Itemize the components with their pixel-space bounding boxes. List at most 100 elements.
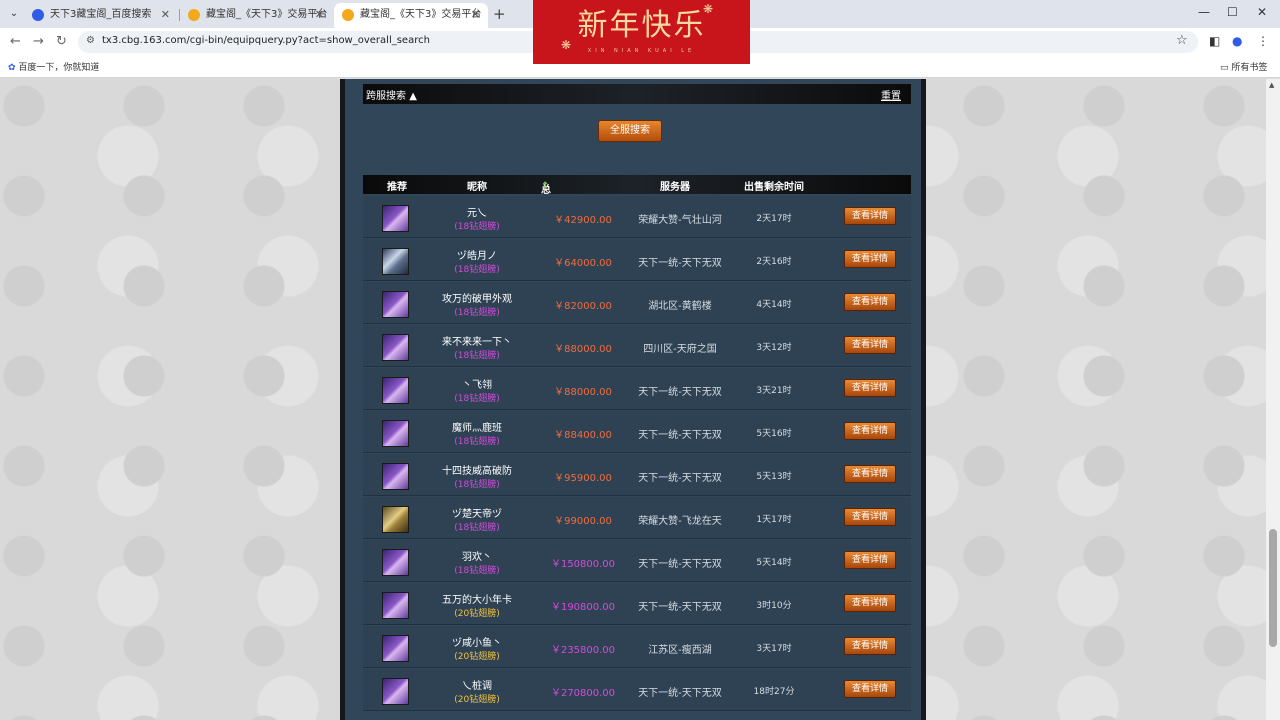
table-row: 五万的大小年卡 (20钻翅膀) ￥190800.00 天下一统-天下无双 3时10分 查看… bbox=[363, 583, 911, 625]
tab-close-icon[interactable]: ✕ bbox=[161, 3, 170, 26]
col-server: 服务器 bbox=[660, 182, 690, 193]
page-content: 跨服搜索 ▲ 重置 全服搜索 推荐 昵称 总价(元) ↓↑ 服务器 出售剩余时间… bbox=[0, 79, 1266, 720]
view-detail-button[interactable]: 查看详情 bbox=[844, 336, 896, 354]
bookmark-star-icon[interactable]: ☆ bbox=[1176, 33, 1188, 48]
price: ￥82000.00 bbox=[554, 301, 612, 312]
view-detail-button[interactable]: 查看详情 bbox=[844, 250, 896, 268]
wing-tag: (18钻翅膀) bbox=[454, 394, 500, 404]
remaining-time: 5天16时 bbox=[756, 429, 792, 439]
view-detail-button[interactable]: 查看详情 bbox=[844, 551, 896, 569]
view-detail-button[interactable]: 查看详情 bbox=[844, 207, 896, 225]
table-row: ヅ楚天帝ヅ (18钻翅膀) ￥99000.00 荣耀大赞-飞龙在天 1天17时 查看详情 bbox=[363, 497, 911, 539]
view-detail-button[interactable]: 查看详情 bbox=[844, 422, 896, 440]
remaining-time: 3天21时 bbox=[756, 386, 792, 396]
nickname: 攻万的破甲外观 bbox=[442, 294, 512, 305]
url-text[interactable]: tx3.cbg.163.com/cgi-bin/equipquery.py?ac… bbox=[102, 35, 430, 46]
view-detail-button[interactable]: 查看详情 bbox=[844, 594, 896, 612]
view-detail-button[interactable]: 查看详情 bbox=[844, 637, 896, 655]
nickname: 羽欢丶 bbox=[462, 552, 492, 563]
tab-close-icon[interactable]: ✕ bbox=[471, 3, 480, 26]
cloud-ornament-icon: ❋ bbox=[561, 38, 572, 52]
page-scrollbar[interactable]: ▲ bbox=[1266, 79, 1280, 720]
wing-tag: (18钻翅膀) bbox=[454, 308, 500, 318]
reload-icon[interactable]: ↻ bbox=[56, 34, 67, 49]
price: ￥88000.00 bbox=[554, 387, 612, 398]
character-avatar[interactable] bbox=[382, 420, 409, 447]
table-row: 魔师灬鹿班 (18钻翅膀) ￥88400.00 天下一统-天下无双 5天16时 查看详情 bbox=[363, 411, 911, 453]
scrollbar-thumb[interactable] bbox=[1269, 529, 1277, 647]
new-tab-icon[interactable]: + bbox=[493, 5, 506, 23]
cross-server-search-bar: 跨服搜索 ▲ 重置 bbox=[363, 84, 911, 104]
collapse-triangle-icon: ▲ bbox=[409, 91, 417, 102]
view-detail-button[interactable]: 查看详情 bbox=[844, 465, 896, 483]
cbg-favicon-icon bbox=[188, 9, 200, 21]
maximize-icon[interactable]: ☐ bbox=[1227, 5, 1238, 19]
character-avatar[interactable] bbox=[382, 549, 409, 576]
view-detail-button[interactable]: 查看详情 bbox=[844, 293, 896, 311]
back-icon[interactable]: ← bbox=[10, 34, 21, 49]
character-avatar[interactable] bbox=[382, 291, 409, 318]
view-detail-button[interactable]: 查看详情 bbox=[844, 508, 896, 526]
reset-link[interactable]: 重置 bbox=[881, 87, 901, 102]
nickname: 丶飞翎 bbox=[462, 380, 492, 391]
price: ￥235800.00 bbox=[550, 645, 616, 656]
profile-icon[interactable]: ● bbox=[1232, 34, 1242, 48]
section-title[interactable]: 跨服搜索 ▲ bbox=[366, 87, 417, 102]
wing-tag: (18钻翅膀) bbox=[454, 523, 500, 533]
all-bookmarks[interactable]: ▭ 所有书签 bbox=[1220, 60, 1267, 73]
server: 天下一统-天下无双 bbox=[638, 602, 722, 613]
price: ￥270800.00 bbox=[550, 688, 616, 699]
character-avatar[interactable] bbox=[382, 463, 409, 490]
cbg-favicon-icon bbox=[342, 9, 354, 21]
tab-search-icon[interactable]: ⌄ bbox=[6, 6, 22, 22]
character-avatar[interactable] bbox=[382, 592, 409, 619]
close-window-icon[interactable]: ✕ bbox=[1257, 5, 1267, 19]
character-avatar[interactable] bbox=[382, 334, 409, 361]
wing-tag: (18钻翅膀) bbox=[454, 265, 500, 275]
character-avatar[interactable] bbox=[382, 506, 409, 533]
baidu-favicon-icon bbox=[32, 9, 44, 21]
minimize-icon[interactable]: — bbox=[1198, 5, 1210, 19]
character-avatar[interactable] bbox=[382, 678, 409, 705]
nickname: 元乀 bbox=[467, 208, 487, 219]
character-avatar[interactable] bbox=[382, 205, 409, 232]
bookmark-baidu[interactable]: ✿ 百度一下，你就知道 bbox=[8, 60, 99, 73]
tab-cbg-1[interactable]: 藏宝阁_《天下3》交易平台 ✕ bbox=[180, 3, 332, 28]
character-avatar[interactable] bbox=[382, 248, 409, 275]
table-row: ヅ咸小鱼丶 (20钻翅膀) ￥235800.00 江苏区-瘦西湖 3天17时 查看详情 bbox=[363, 626, 911, 668]
tab-title: 藏宝阁_《天下3》交易平台 bbox=[360, 9, 482, 20]
results-panel: 跨服搜索 ▲ 重置 全服搜索 推荐 昵称 总价(元) ↓↑ 服务器 出售剩余时间… bbox=[340, 79, 926, 720]
remaining-time: 3天17时 bbox=[756, 644, 792, 654]
table-row: 来不来来一下丶 (18钻翅膀) ￥88000.00 四川区-天府之国 3天12时 查看详情 bbox=[363, 325, 911, 367]
table-row: 攻万的破甲外观 (18钻翅膀) ￥82000.00 湖北区-黄鹤楼 4天14时 查看详情 bbox=[363, 282, 911, 324]
view-detail-button[interactable]: 查看详情 bbox=[844, 379, 896, 397]
nickname: 魔师灬鹿班 bbox=[452, 423, 502, 434]
nickname: 来不来来一下丶 bbox=[442, 337, 512, 348]
server: 天下一统-天下无双 bbox=[638, 387, 722, 398]
server: 荣耀大赞-飞龙在天 bbox=[638, 516, 722, 527]
server: 天下一统-天下无双 bbox=[638, 688, 722, 699]
tab-title: 藏宝阁_《天下3》交易平台 bbox=[206, 9, 328, 20]
search-all-button[interactable]: 全服搜索 bbox=[598, 120, 662, 142]
forward-icon[interactable]: → bbox=[33, 34, 44, 49]
col-recommend: 推荐 bbox=[387, 182, 407, 193]
site-info-icon[interactable]: ⚙ bbox=[86, 35, 95, 46]
table-row: 十四技威高破防 (18钻翅膀) ￥95900.00 天下一统-天下无双 5天13时 查看详… bbox=[363, 454, 911, 496]
nickname: ヅ楚天帝ヅ bbox=[452, 509, 502, 520]
cloud-ornament-icon: ❋ bbox=[703, 2, 714, 16]
col-remaining: 出售剩余时间 bbox=[744, 182, 804, 193]
table-row: 羽欢丶 (18钻翅膀) ￥150800.00 天下一统-天下无双 5天14时 查看详情 bbox=[363, 540, 911, 582]
side-panel-icon[interactable]: ◧ bbox=[1209, 34, 1220, 48]
tab-cbg-active[interactable]: 藏宝阁_《天下3》交易平台 ✕ bbox=[334, 3, 488, 28]
character-avatar[interactable] bbox=[382, 377, 409, 404]
menu-icon[interactable]: ⋮ bbox=[1257, 34, 1269, 48]
scroll-up-icon[interactable]: ▲ bbox=[1269, 81, 1274, 89]
character-avatar[interactable] bbox=[382, 635, 409, 662]
view-detail-button[interactable]: 查看详情 bbox=[844, 680, 896, 698]
tab-close-icon[interactable]: ✕ bbox=[315, 3, 324, 26]
wing-tag: (18钻翅膀) bbox=[454, 222, 500, 232]
new-year-banner: ❋ ❋ 新年快乐 XIN NIAN KUAI LE bbox=[533, 0, 750, 64]
server: 湖北区-黄鹤楼 bbox=[648, 301, 712, 312]
tab-baidu[interactable]: 天下3藏宝阁_百度搜索 ✕ bbox=[24, 3, 178, 28]
price: ￥190800.00 bbox=[550, 602, 616, 613]
